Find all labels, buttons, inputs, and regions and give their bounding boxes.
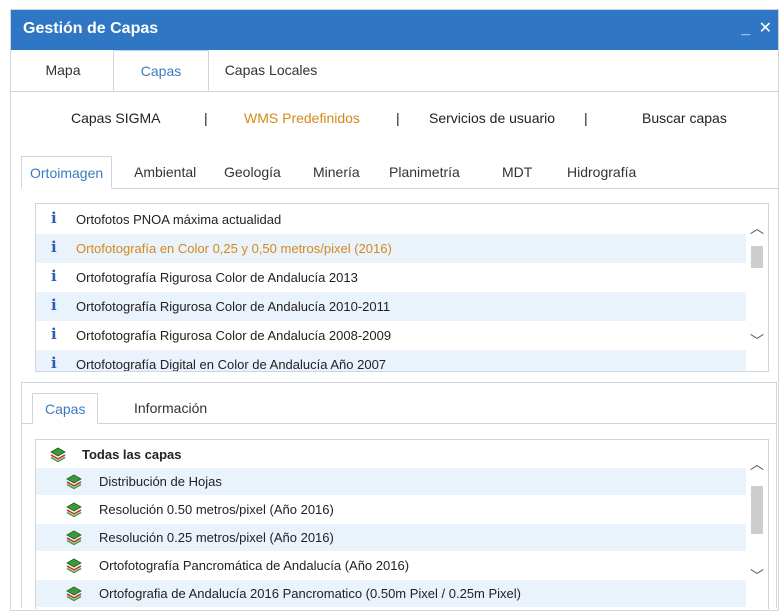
- layers-icon: [50, 447, 66, 462]
- list-item-label: Ortofotografía Rigurosa Color de Andaluc…: [76, 328, 392, 343]
- main-tabs: Mapa Capas Capas Locales: [11, 50, 778, 92]
- list-item-label: Ortofotografía Digital en Color de Andal…: [76, 357, 387, 372]
- layer-info-section: Capas Información Todas las capas Distri…: [21, 382, 777, 609]
- list-item[interactable]: i Ortofotografía Rigurosa Color de Andal…: [36, 263, 746, 292]
- wms-layer-list: i Ortofotos PNOA máxima actualidad i Ort…: [35, 203, 769, 372]
- info-icon[interactable]: i: [51, 354, 57, 371]
- window-titlebar[interactable]: Gestión de Capas _ ✕: [11, 10, 778, 50]
- list-item[interactable]: Distribución de Hojas: [36, 468, 746, 495]
- list-item[interactable]: i Ortofotografía Digital en Color de And…: [36, 350, 746, 372]
- info-icon[interactable]: i: [51, 209, 57, 227]
- list-item-label: Ortofotografía Rigurosa Color de Andaluc…: [76, 299, 391, 314]
- tab-informacion[interactable]: Información: [134, 393, 207, 423]
- list-item-label: Resolución 0.25 metros/pixel (Año 2016): [99, 530, 334, 545]
- scroll-down-icon[interactable]: ﹀: [750, 566, 764, 586]
- layers-icon: [66, 530, 82, 545]
- layer-manager-window: Gestión de Capas _ ✕ Mapa Capas Capas Lo…: [10, 9, 779, 611]
- tab-capas-locales[interactable]: Capas Locales: [216, 50, 326, 90]
- list-item-label: Ortofotografía Pancromática de Andalucía…: [99, 558, 410, 573]
- tab-mapa[interactable]: Mapa: [33, 50, 93, 90]
- category-tabs: Ortoimagen Ambiental Geología Minería Pl…: [21, 156, 778, 189]
- list-item-label: Distribución de Hojas: [99, 474, 222, 489]
- link-buscar-capas[interactable]: Buscar capas: [642, 110, 727, 126]
- scroll-down-icon[interactable]: ﹀: [750, 331, 764, 351]
- tab-geologia[interactable]: Geología: [224, 156, 281, 188]
- list-item[interactable]: i Ortofotografía Rigurosa Color de Andal…: [36, 292, 746, 321]
- minimize-button[interactable]: _: [741, 20, 750, 37]
- list-item[interactable]: Todas las capas: [36, 441, 746, 468]
- tab-hidrografia[interactable]: Hidrografía: [567, 156, 636, 188]
- list-item-label: Ortofotos PNOA máxima actualidad: [76, 212, 282, 227]
- list-item[interactable]: i Ortofotografía Rigurosa Color de Andal…: [36, 321, 746, 350]
- tab-ambiental[interactable]: Ambiental: [134, 156, 196, 188]
- layers-icon: [66, 502, 82, 517]
- tab-mdt[interactable]: MDT: [502, 156, 532, 188]
- list-item-label: Resolución 0.50 metros/pixel (Año 2016): [99, 502, 334, 517]
- link-capas-sigma[interactable]: Capas SIGMA: [71, 110, 160, 126]
- sublayer-list: Todas las capas Distribución de Hojas Re…: [35, 439, 769, 609]
- layers-icon: [66, 474, 82, 489]
- scroll-up-icon[interactable]: ︿: [750, 218, 764, 238]
- tab-planimetria[interactable]: Planimetría: [389, 156, 460, 188]
- info-icon[interactable]: i: [51, 325, 57, 343]
- source-links: Capas SIGMA | WMS Predefinidos | Servici…: [11, 110, 778, 134]
- list-item-label: Ortofotografía Rigurosa Color de Andaluc…: [76, 270, 358, 285]
- list-item[interactable]: Resolución 0.25 metros/pixel (Año 2016): [36, 524, 746, 551]
- separator: |: [204, 110, 208, 126]
- tab-capas[interactable]: Capas: [113, 50, 209, 91]
- scroll-thumb[interactable]: [751, 486, 763, 534]
- layers-icon: [66, 558, 82, 573]
- info-icon[interactable]: i: [51, 296, 57, 314]
- list-item[interactable]: i Ortofotografía en Color 0,25 y 0,50 me…: [36, 234, 746, 263]
- scrollbar[interactable]: ︿ ﹀: [746, 204, 768, 371]
- link-wms-predefinidos[interactable]: WMS Predefinidos: [244, 110, 360, 126]
- scroll-up-icon[interactable]: ︿: [750, 454, 764, 474]
- list-item[interactable]: Ortofografia de Andalucía 2016 Pancromat…: [36, 580, 746, 607]
- link-servicios-usuario[interactable]: Servicios de usuario: [429, 110, 555, 126]
- scroll-thumb[interactable]: [751, 246, 763, 268]
- scrollbar[interactable]: ︿ ﹀: [746, 440, 768, 609]
- list-item-label: Todas las capas: [82, 447, 182, 462]
- list-item[interactable]: Ortofotografía Pancromática de Andalucía…: [36, 552, 746, 579]
- tab-capas-info[interactable]: Capas: [32, 393, 99, 424]
- close-icon[interactable]: ✕: [759, 20, 772, 37]
- separator: |: [584, 110, 588, 126]
- list-item[interactable]: Resolución 0.50 metros/pixel (Año 2016): [36, 496, 746, 523]
- list-item-label: Ortofotografía en Color 0,25 y 0,50 metr…: [76, 241, 392, 256]
- layers-icon: [66, 586, 82, 601]
- info-icon[interactable]: i: [51, 267, 57, 285]
- window-title: Gestión de Capas: [23, 20, 159, 37]
- list-item[interactable]: i Ortofotos PNOA máxima actualidad: [36, 205, 746, 234]
- list-item-label: Ortofografia de Andalucía 2016 Pancromat…: [99, 586, 521, 601]
- tab-mineria[interactable]: Minería: [313, 156, 360, 188]
- info-icon[interactable]: i: [51, 238, 57, 256]
- info-tabs: Capas Información: [22, 393, 776, 424]
- tab-ortoimagen[interactable]: Ortoimagen: [21, 156, 113, 189]
- separator: |: [396, 110, 400, 126]
